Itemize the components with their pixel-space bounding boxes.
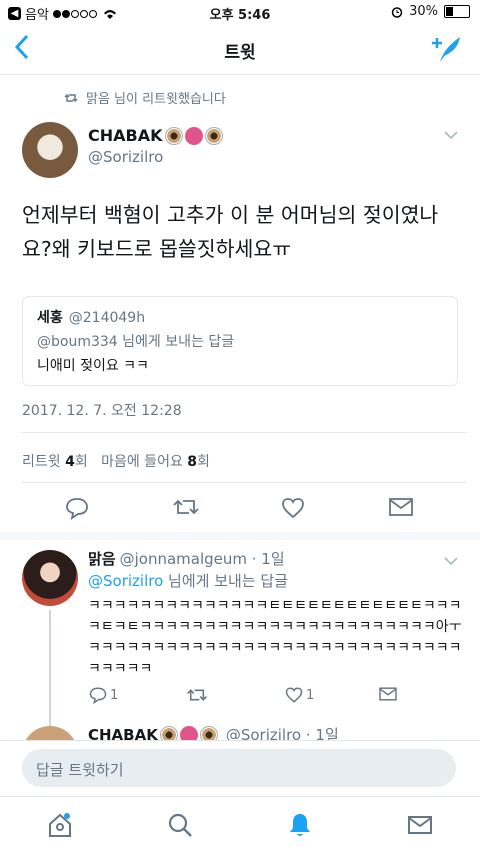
count-unit: 회 [197,454,210,470]
tweet-text: 언제부터 백혐이 고추가 이 분 어머님의 젖이였나요?왜 키보드로 몹쓸짓하세… [22,203,439,261]
reply-icon [66,498,88,520]
reply-button[interactable] [64,496,92,524]
chevron-down-icon[interactable] [444,554,458,570]
retweet-count: 4 [65,454,75,470]
count-unit: 회 [74,454,88,470]
tweet-timestamp: 2017. 12. 7. 오전 12:28 [22,403,182,419]
reply-count: 1 [110,687,119,703]
reply-to-line: @Sorizilro 님에게 보내는 답글 [88,570,288,591]
eye-emoji-icon [199,725,218,740]
section-separator [0,532,480,540]
compose-reply-bar: 답글 트윗하기 [0,740,480,797]
author-handle[interactable]: @Sorizilro [88,148,163,166]
search-icon [168,813,192,837]
next-author-name: CHABAK [88,725,158,741]
reply-author[interactable]: 맑음 @jonnamalgeum · 1일 [88,548,285,569]
avatar[interactable] [22,550,78,606]
reply-text: ㅋㅋㅋㅋㅋㅋㅋㅋㅋㅋㅋㅋㅋㅋㅌㅌㅌㅌㅌㅌㅌㅌㅌㅌㅌㅌㅋㅋㅋㅋㅌㅋㅌㅋㅋㅋㅋㅋㅋㅋ… [88,598,462,677]
engagement-counts[interactable]: 리트윗 4회 마음에 들어요 8회 [22,451,210,471]
heart-icon [285,687,303,703]
direct-message-button[interactable] [388,496,416,524]
tab-messages[interactable] [406,811,436,841]
author-name-text: CHABAK [88,126,163,145]
like-button[interactable]: 1 [284,686,314,704]
bell-icon [290,814,310,836]
nav-bar: 트윗 [0,24,480,75]
like-label: 마음에 들어요 [101,454,183,470]
retweet-button[interactable] [186,686,208,704]
reply-icon [89,687,107,704]
retweet-button[interactable] [172,496,200,524]
alarm-icon [391,6,403,18]
quoted-tweet[interactable]: 세홍 @214049h @boum334 님에게 보내는 답글 니애미 젖이요 ㅋ… [22,296,458,386]
retweet-icon [187,689,207,701]
feather-plus-icon [432,37,460,62]
retweet-note-text: 맑음 님이 리트윗했습니다 [86,92,226,107]
reply-input-placeholder: 답글 트윗하기 [36,761,124,779]
tab-notifications[interactable] [286,811,316,841]
reply-input[interactable]: 답글 트윗하기 [22,749,456,787]
quote-reply-to: @boum334 님에게 보내는 답글 [37,334,235,350]
tab-bar [0,796,480,854]
reply-button[interactable]: 1 [88,686,118,704]
tweet-actions [0,496,480,524]
direct-message-button[interactable] [378,686,398,702]
quote-text: 니애미 젖이요 ㅋㅋ [37,358,149,374]
chevron-down-icon[interactable] [444,128,458,144]
reply-author-handle: @jonnamalgeum · 1일 [119,550,285,568]
reply-actions: 1 1 [88,686,468,710]
retweet-note: 맑음 님이 리트윗했습니다 [64,88,226,107]
tab-home[interactable] [46,811,76,841]
mention-link[interactable]: @Sorizilro [88,572,163,590]
status-bar: ◀ 음악 오후 5:46 30% [0,0,480,24]
divider [22,432,466,433]
next-author: CHABAK @Sorizilro · 1일 [88,724,339,740]
home-icon [49,813,71,837]
thread-line [49,610,51,730]
mail-icon [408,816,432,834]
tongue-emoji-icon [179,725,198,740]
compose-tweet-button[interactable] [430,34,462,71]
like-button[interactable] [280,496,308,524]
eye-emoji-icon [164,126,183,145]
reply-to-suffix: 님에게 보내는 답글 [163,572,288,590]
tongue-emoji-icon [184,126,203,145]
quote-author-handle: @214049h [68,310,146,326]
mail-icon [379,687,397,701]
retweet-icon [64,93,78,102]
page-title: 트윗 [224,43,256,63]
reply-author-name: 맑음 [88,550,116,568]
avatar[interactable] [22,122,78,178]
like-count: 8 [187,454,198,470]
avatar[interactable] [22,726,78,740]
heart-icon [282,498,304,519]
eye-emoji-icon [159,725,178,740]
next-author-handle: @Sorizilro · 1일 [225,726,339,740]
quote-author-name: 세홍 [37,310,63,326]
eye-emoji-icon [204,126,223,145]
like-count: 1 [306,687,315,703]
divider [22,482,466,483]
mail-icon [389,498,413,516]
next-tweet-preview[interactable]: CHABAK @Sorizilro · 1일 [0,718,480,740]
tab-search[interactable] [166,811,196,841]
retweet-icon [173,499,199,515]
battery-percent: 30% [409,4,438,19]
retweet-label: 리트윗 [22,454,61,470]
author-name[interactable]: CHABAK [88,126,223,145]
battery-icon [444,5,470,18]
